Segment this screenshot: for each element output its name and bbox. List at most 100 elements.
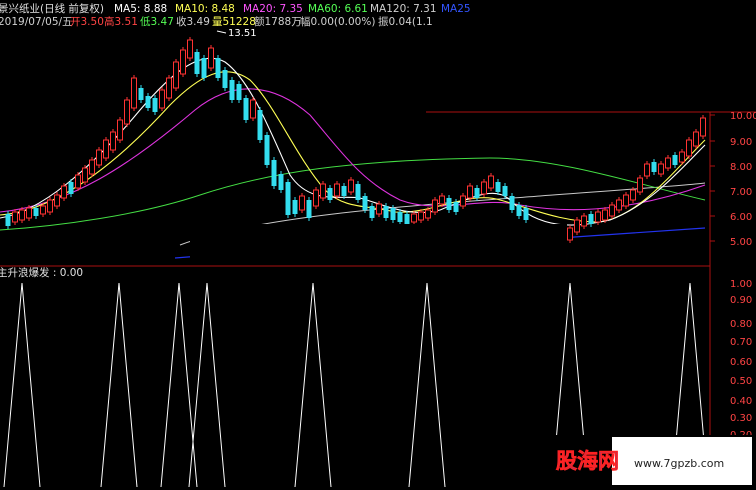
- candle-body: [411, 213, 417, 223]
- candle-body: [693, 131, 699, 147]
- candle-body: [432, 199, 438, 213]
- candle-body: [264, 135, 270, 165]
- bar-change: 幅0.00(0.00%): [300, 15, 375, 28]
- candle-body: [686, 139, 692, 157]
- indicator-pulse: [294, 282, 332, 488]
- candle-body: [523, 208, 529, 220]
- bar-low: 低3.47: [140, 15, 174, 28]
- candle-body: [89, 159, 95, 175]
- indicator-tick-label: 0.90: [730, 295, 752, 306]
- bar-volume: 量51228: [212, 16, 256, 28]
- candle-body: [292, 200, 298, 214]
- bar-date: 2019/07/05/五: [0, 16, 73, 28]
- candle-body: [446, 198, 452, 210]
- candle-body: [516, 205, 522, 216]
- indicator-axis: 1.00 0.90 0.80 0.70 0.60 0.50 0.40 0.30 …: [730, 279, 752, 441]
- candle-body: [159, 89, 165, 109]
- candle-body: [390, 208, 396, 220]
- candle-body: [567, 227, 573, 241]
- candle-body: [103, 139, 109, 159]
- indicator-pulse: [3, 282, 41, 488]
- price-tick-label: 7.00: [730, 187, 752, 198]
- bar-amplitude: 振0.04(1.1: [378, 15, 433, 28]
- candle-body: [700, 117, 706, 137]
- candle-body: [306, 200, 312, 218]
- candle-body: [588, 214, 594, 224]
- candle-body: [26, 207, 32, 219]
- candle-body: [271, 160, 277, 186]
- candle-body: [581, 215, 587, 227]
- candle-body: [229, 80, 235, 100]
- kline-chart[interactable]: 10.00 9.00 8.00 7.00 6.00 5.00 1.00 0.90…: [0, 0, 756, 488]
- candle-body: [236, 84, 242, 100]
- indicator-tick-label: 1.00: [730, 279, 752, 290]
- candle-body: [152, 98, 158, 112]
- candle-body: [672, 155, 678, 165]
- candle-body: [502, 186, 508, 196]
- indicator-pulse: [100, 282, 138, 488]
- candle-body: [145, 96, 151, 108]
- candle-body: [250, 99, 256, 119]
- ma20-legend: MA20: 7.35: [243, 3, 303, 15]
- candle-body: [187, 39, 193, 59]
- candle-body: [495, 182, 501, 192]
- candle-body: [334, 183, 340, 197]
- candle-body: [651, 162, 657, 172]
- candle-body: [637, 177, 643, 193]
- candle-body: [110, 131, 116, 151]
- candle-body: [243, 98, 249, 120]
- candle-body: [117, 119, 123, 141]
- candle-body: [369, 206, 375, 218]
- ma250-legend: MA25: [441, 3, 471, 15]
- ma120-legend: MA120: 7.31: [370, 3, 437, 15]
- candle-body: [54, 194, 60, 207]
- candle-body: [341, 186, 347, 196]
- bar-close: 收3.49: [176, 15, 210, 28]
- bar-open: 开3.50: [70, 16, 104, 28]
- price-tick-label: 9.00: [730, 137, 752, 148]
- candle-body: [12, 211, 18, 223]
- indicator-tick-label: 0.80: [730, 319, 752, 330]
- candle-body: [348, 179, 354, 193]
- candle-body: [285, 182, 291, 215]
- candle-body: [61, 185, 67, 199]
- candle-body: [19, 209, 25, 221]
- price-axis: 10.00 9.00 8.00 7.00 6.00 5.00: [710, 111, 756, 248]
- candle-body: [180, 49, 186, 75]
- candle-body: [124, 99, 130, 125]
- candle-body: [82, 167, 88, 183]
- bar-amount: 额1788万: [254, 15, 302, 28]
- candle-body: [222, 70, 228, 88]
- candle-body: [313, 189, 319, 207]
- occlusion-center: [190, 224, 567, 264]
- candle-body: [138, 88, 144, 100]
- watermark-url: www.7gpzb.com: [634, 457, 724, 470]
- indicator-tick-label: 0.50: [730, 376, 752, 387]
- candle-body: [488, 175, 494, 189]
- candle-body: [68, 182, 74, 194]
- candle-body: [299, 195, 305, 211]
- indicator-tick-label: 0.40: [730, 396, 752, 407]
- candle-body: [460, 195, 466, 207]
- candle-body: [208, 47, 214, 69]
- candle-body: [467, 185, 473, 199]
- candle-body: [33, 208, 39, 216]
- candle-body: [5, 214, 11, 226]
- price-tick-label: 5.00: [730, 237, 752, 248]
- candle-body: [474, 188, 480, 198]
- candle-body: [397, 212, 403, 222]
- candle-body: [355, 184, 361, 200]
- candle-body: [131, 77, 137, 109]
- candle-body: [623, 194, 629, 207]
- stock-title: 景兴纸业(日线 前复权): [0, 2, 104, 15]
- candle-body: [75, 174, 81, 189]
- candle-body: [201, 58, 207, 78]
- ma10-legend: MA10: 8.48: [175, 3, 235, 15]
- candle-body: [602, 209, 608, 221]
- candle-body: [595, 211, 601, 223]
- candle-body: [609, 204, 615, 217]
- watermark-site-name: 股海网: [556, 449, 619, 473]
- indicator-tick-label: 0.70: [730, 337, 752, 348]
- ma60-legend: MA60: 6.61: [308, 3, 368, 15]
- price-tick-label: 10.00: [730, 111, 756, 122]
